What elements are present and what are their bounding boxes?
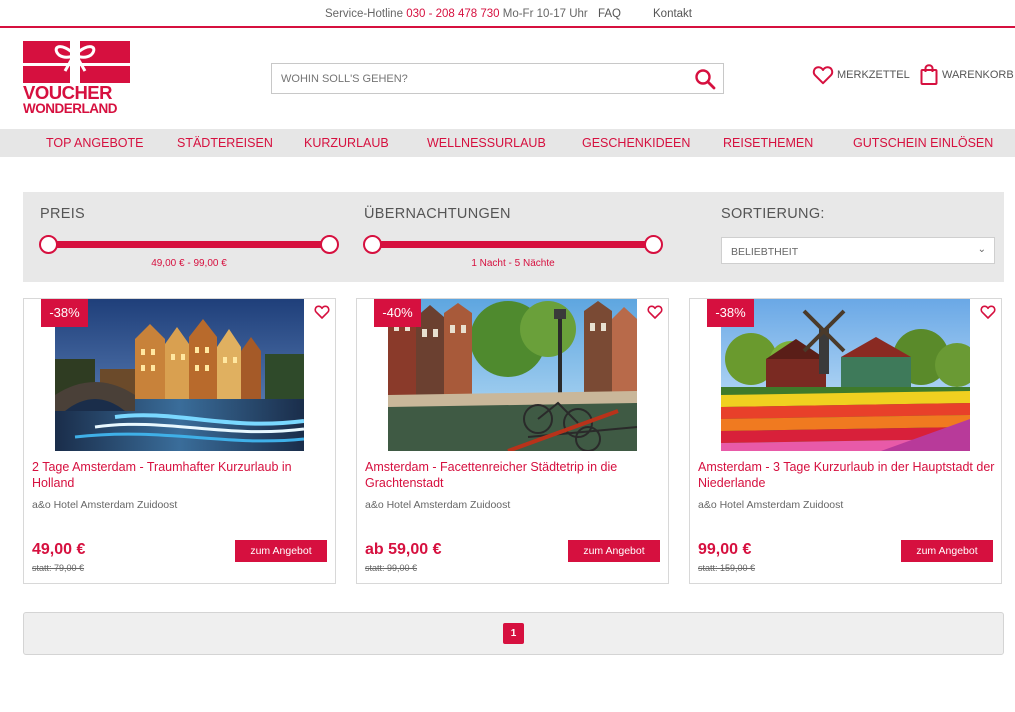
kontakt-link[interactable]: Kontakt: [653, 8, 692, 20]
voucher-wonderland-logo[interactable]: VOUCHER WONDERLAND: [23, 41, 130, 117]
nav-item-top-angebote[interactable]: TOP ANGEBOTE: [46, 136, 144, 150]
offer-image-amsterdam-canal-night[interactable]: [55, 299, 304, 451]
heart-icon[interactable]: [314, 304, 330, 320]
nav-item-wellnessurlaub[interactable]: WELLNESSURLAUB: [427, 136, 546, 150]
nights-slider-min-handle[interactable]: [363, 235, 382, 254]
page-button-current[interactable]: 1: [503, 623, 524, 644]
warenkorb-label: WARENKORB: [942, 69, 1014, 81]
nav-item-kurzurlaub[interactable]: KURZURLAUB: [304, 136, 389, 150]
service-hotline: Service-Hotline 030 - 208 478 730 Mo-Fr …: [325, 8, 588, 20]
logo-word-voucher: VOUCHER: [23, 82, 113, 103]
offer-hotel: a&o Hotel Amsterdam Zuidoost: [365, 499, 511, 511]
discount-badge: -38%: [707, 299, 754, 327]
offer-price: ab 59,00 €: [365, 541, 442, 558]
offer-title[interactable]: Amsterdam - 3 Tage Kurzurlaub in der Hau…: [698, 459, 998, 491]
faq-link[interactable]: FAQ: [598, 8, 621, 20]
discount-badge: -40%: [374, 299, 421, 327]
discount-badge: -38%: [41, 299, 88, 327]
heart-icon[interactable]: [647, 304, 663, 320]
nav-item-reisethemen[interactable]: REISETHEMEN: [723, 136, 813, 150]
price-filter-label: PREIS: [40, 206, 86, 222]
zum-angebot-button[interactable]: zum Angebot: [568, 540, 660, 562]
zum-angebot-button[interactable]: zum Angebot: [901, 540, 993, 562]
offer-price: 49,00 €: [32, 541, 86, 558]
offer-price: 99,00 €: [698, 541, 752, 558]
sort-selected-value: BELIEBTHEIT: [731, 246, 799, 258]
offer-old-price: statt: 99,00 €: [365, 563, 418, 573]
offer-card[interactable]: -38% 2 Tage Amsterdam - Traumhafter Kurz…: [23, 298, 336, 584]
offer-card[interactable]: -38% Amsterdam - 3 Tage Kurzurlaub in de…: [689, 298, 1002, 584]
search-bar: [271, 63, 724, 94]
shopping-bag-icon: [920, 64, 938, 85]
zum-angebot-button[interactable]: zum Angebot: [235, 540, 327, 562]
offer-hotel: a&o Hotel Amsterdam Zuidoost: [32, 499, 178, 511]
search-input[interactable]: [272, 64, 672, 93]
price-slider-track[interactable]: [48, 241, 330, 248]
hotline-label: Service-Hotline: [325, 8, 403, 20]
search-icon[interactable]: [693, 67, 717, 91]
nights-range-value: 1 Nacht - 5 Nächte: [471, 258, 555, 269]
chevron-down-icon: ⌄: [977, 244, 986, 255]
offer-title[interactable]: Amsterdam - Facettenreicher Städtetrip i…: [365, 459, 665, 491]
price-slider-max-handle[interactable]: [320, 235, 339, 254]
offer-old-price: statt: 159,00 €: [698, 563, 756, 573]
nav-item-gutschein-einloesen[interactable]: GUTSCHEIN EINLÖSEN: [853, 136, 993, 150]
sort-label: SORTIERUNG:: [721, 206, 825, 222]
gift-box-logo-icon: [23, 41, 130, 83]
warenkorb-link[interactable]: WARENKORB: [919, 64, 1014, 86]
offer-title[interactable]: 2 Tage Amsterdam - Traumhafter Kurzurlau…: [32, 459, 332, 491]
offer-hotel: a&o Hotel Amsterdam Zuidoost: [698, 499, 844, 511]
filter-panel: PREIS 49,00 € - 99,00 € ÜBERNACHTUNGEN 1…: [23, 192, 1004, 282]
service-bar: Service-Hotline 030 - 208 478 730 Mo-Fr …: [0, 0, 1015, 28]
heart-icon: [812, 66, 834, 85]
main-navigation: TOP ANGEBOTE STÄDTEREISEN KURZURLAUB WEL…: [0, 129, 1015, 157]
sort-select[interactable]: BELIEBTHEIT ⌄: [721, 237, 995, 264]
nights-slider-max-handle[interactable]: [644, 235, 663, 254]
hotline-number[interactable]: 030 - 208 478 730: [406, 8, 499, 20]
hotline-hours: Mo-Fr 10-17 Uhr: [502, 8, 588, 20]
logo-word-wonderland: WONDERLAND: [23, 101, 118, 116]
nights-filter-label: ÜBERNACHTUNGEN: [364, 206, 511, 222]
offer-image-amsterdam-bridge-bikes[interactable]: [388, 299, 637, 451]
heart-icon[interactable]: [980, 304, 996, 320]
merkzettel-label: MERKZETTEL: [837, 69, 910, 81]
price-slider-min-handle[interactable]: [39, 235, 58, 254]
pagination: 1: [23, 612, 1004, 655]
nights-slider-track[interactable]: [372, 241, 654, 248]
price-range-value: 49,00 € - 99,00 €: [151, 258, 227, 269]
nav-item-staedtereisen[interactable]: STÄDTEREISEN: [177, 136, 273, 150]
merkzettel-link[interactable]: MERKZETTEL: [812, 64, 910, 86]
offer-card[interactable]: -40% Amsterdam - Facettenreicher Städtet…: [356, 298, 669, 584]
nav-item-geschenkideen[interactable]: GESCHENKIDEEN: [582, 136, 690, 150]
offer-old-price: statt: 79,00 €: [32, 563, 85, 573]
offer-image-windmill-tulips[interactable]: [721, 299, 970, 451]
